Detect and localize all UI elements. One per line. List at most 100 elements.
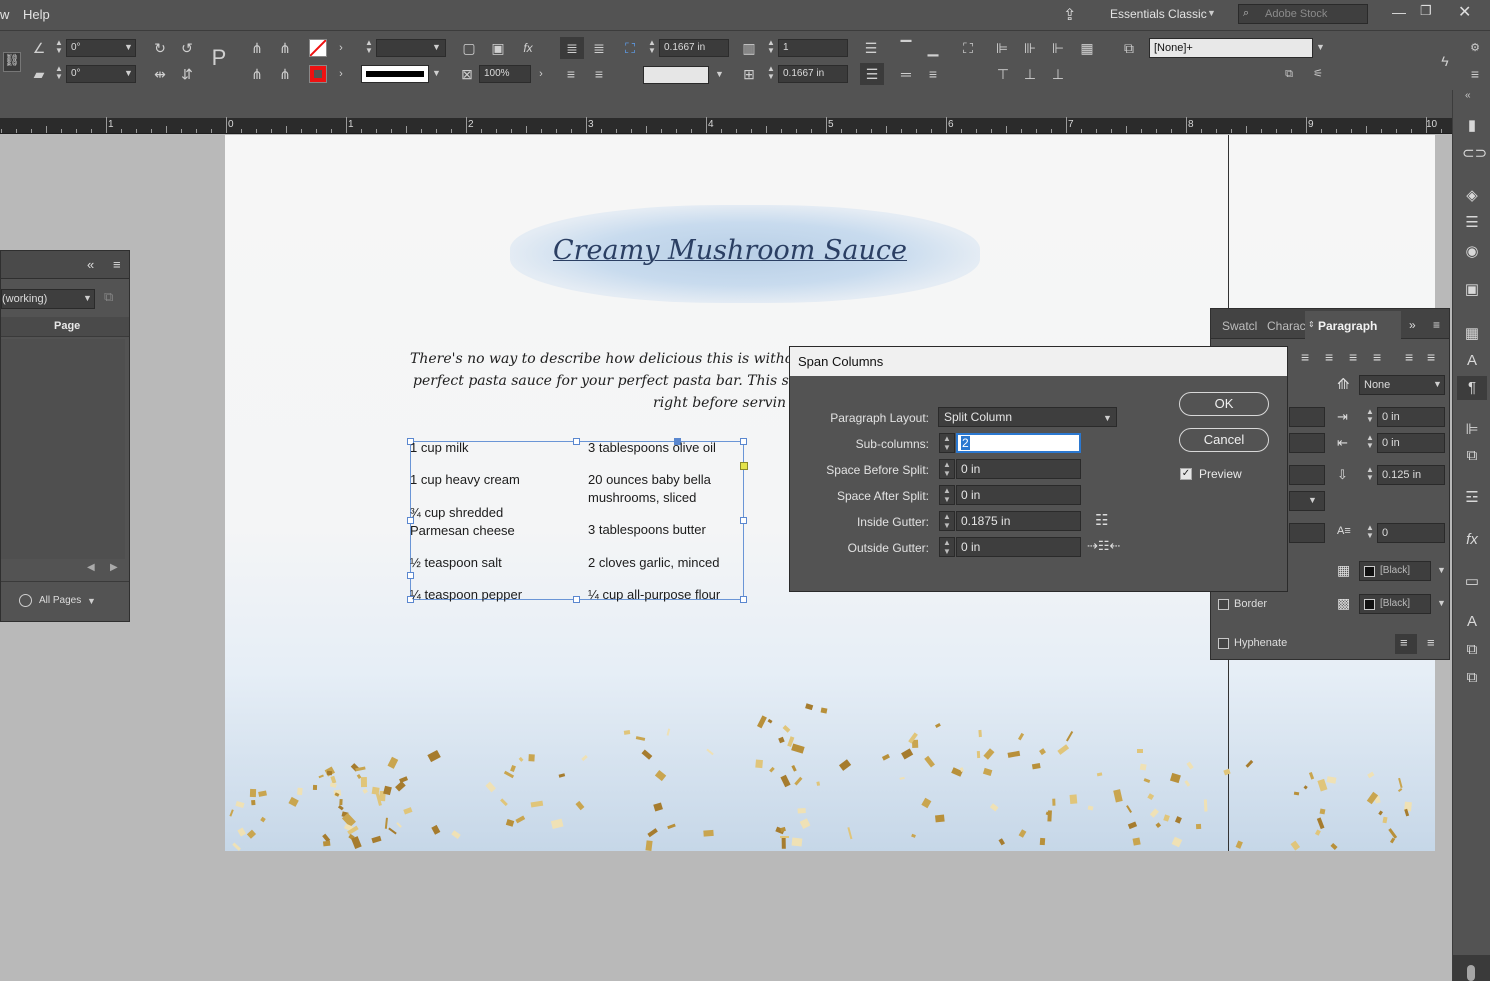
cancel-button[interactable]: Cancel [1179,428,1269,452]
sub-columns-field[interactable]: 2 [956,433,1081,453]
chevron-down-icon[interactable]: ▼ [1308,495,1317,505]
character-icon[interactable]: A [1462,351,1482,371]
fit-frame-icon[interactable]: ⛶ [959,39,977,57]
menu-item-window[interactable]: w [0,7,9,22]
outside-gutter-field[interactable]: 0 in [956,537,1081,557]
space-before-field[interactable] [1289,465,1325,485]
chevron-down-icon[interactable]: ▼ [432,42,441,52]
chevron-down-icon[interactable]: ▼ [715,69,724,79]
panel-menu-icon[interactable]: ≡ [113,257,121,272]
stroke-icon[interactable]: ☰ [1462,213,1482,233]
collapse-panel-icon[interactable]: « [87,257,94,272]
intro-text-line-1[interactable]: There's no way to describe how delicious… [410,351,793,367]
paragraph-styles-icon[interactable]: A [1462,612,1482,632]
character-styles-icon[interactable]: ⧉ [1462,668,1482,688]
select-content-icon[interactable]: ⋔ [276,39,294,57]
object-style-dropdown[interactable]: [None]+ [1149,38,1313,58]
minimize-icon[interactable]: — [1392,4,1406,20]
border-checkbox[interactable] [1218,599,1229,610]
balance-columns-icon[interactable]: ☰ [862,39,880,57]
clear-overrides-icon[interactable]: ⧉ [1280,65,1298,83]
fill-swatch[interactable] [309,39,327,57]
frame-handle[interactable] [740,596,747,603]
dropcap-lines-field[interactable] [1289,523,1325,543]
text-wrap-box-icon[interactable]: ≣ [590,39,608,57]
out-port-handle[interactable] [740,462,748,470]
style-options-icon[interactable]: ⚟ [1309,65,1327,83]
stroke-type-dropdown[interactable] [361,65,429,83]
stroke-swatch[interactable] [309,65,327,83]
panel-menu-icon[interactable]: ≡ [1466,65,1484,83]
cc-libraries-icon[interactable]: ▣ [1462,280,1482,300]
pages-icon[interactable]: ▮ [1462,116,1482,136]
dropcap-chars-stepper[interactable]: ▲ ▼ [1365,524,1375,542]
text-wrap-shape-icon[interactable]: ≡ [562,65,580,83]
align-horizontal-centers-icon[interactable]: ⊪ [1021,39,1039,57]
chevron-down-icon[interactable]: ▼ [1437,565,1446,575]
close-icon[interactable]: ✕ [1458,2,1471,22]
dock-scrollbar[interactable] [1453,955,1490,981]
drop-shadow-icon[interactable]: ▣ [489,39,507,57]
paragraph-layout-dropdown[interactable]: Split Column [938,407,1117,427]
border-icon[interactable]: ▩ [1337,595,1350,612]
span-columns-button[interactable]: ☰ [860,63,884,85]
menu-item-help[interactable]: Help [23,7,50,22]
collapse-dock-icon[interactable]: « [1465,90,1471,101]
align-left-edges-icon[interactable]: ⊫ [993,39,1011,57]
paragraph-icon[interactable]: ¶ [1462,378,1482,398]
preview-checkbox[interactable]: ✓ [1180,468,1192,480]
select-next-icon[interactable]: ⋔ [276,65,294,83]
rotate-cw-icon[interactable]: ↻ [151,39,169,57]
align-top-edges-icon[interactable]: ⊤ [994,65,1012,83]
chevron-down-icon[interactable]: ▼ [1316,42,1325,52]
space-after-field[interactable]: 0.125 in [1377,465,1445,485]
fill-type-dropdown[interactable] [643,66,709,84]
panel-menu-icon[interactable]: ≡ [1433,318,1440,332]
rotate-ccw-icon[interactable]: ↺ [178,39,196,57]
workspace-switcher[interactable]: Essentials Classic [1110,7,1207,21]
select-previous-icon[interactable]: ⋔ [248,65,266,83]
share-icon[interactable]: ⇪ [1063,5,1083,25]
chevron-down-icon[interactable]: ▼ [432,68,441,78]
align-towards-spine-icon[interactable]: ≡ [1405,349,1413,365]
scroll-left-icon[interactable]: ◀ [87,562,95,573]
stock-search-input[interactable]: ⌕ Adobe Stock [1238,4,1368,24]
left-indent-field[interactable] [1289,407,1325,427]
last-line-indent-field[interactable]: 0 in [1377,433,1445,453]
border-swatch-dropdown[interactable]: [Black] [1359,594,1431,614]
pathfinder-icon[interactable]: ⧉ [1462,446,1482,466]
justify-right-icon[interactable]: ≡ [1349,349,1357,365]
chevron-down-icon[interactable]: ▼ [1433,379,1442,389]
all-pages-dropdown[interactable]: All Pages [39,595,81,606]
text-wrap-none-icon[interactable]: ≣ [560,37,584,59]
quick-apply-icon[interactable]: ϟ [1436,52,1454,70]
align-right-edges-icon[interactable]: ⊩ [1049,39,1067,57]
inside-gutter-field[interactable]: 0.1875 in [956,511,1081,531]
flip-horizontal-icon[interactable]: ⇹ [151,65,169,83]
frame-handle[interactable] [740,438,747,445]
frame-handle[interactable] [573,438,580,445]
new-page-icon[interactable]: ⧉ [104,289,113,305]
align-away-spine-icon[interactable]: ≡ [1427,349,1435,365]
shear-stepper[interactable]: ▲ ▼ [54,65,64,83]
expand-panel-icon[interactable]: » [1409,318,1416,332]
links-icon[interactable]: ⊂⊃ [1462,144,1487,164]
chevron-right-icon[interactable]: › [332,65,350,83]
restore-icon[interactable]: ❐ [1420,3,1432,19]
swatches-icon[interactable]: ▦ [1462,324,1482,344]
auto-fit-icon[interactable]: ⛶ [621,39,639,57]
gutter-field[interactable]: 0.1667 in [778,65,848,83]
justify-center-icon[interactable]: ≡ [1325,349,1333,365]
rotate-stepper[interactable]: ▲ ▼ [54,39,64,57]
chevron-right-icon[interactable]: › [332,39,350,57]
first-line-indent-field[interactable] [1289,433,1325,453]
scroll-right-icon[interactable]: ▶ [110,562,118,573]
effects-icon[interactable]: fx [1462,530,1482,550]
do-not-align-to-grid-button[interactable]: ≡ [1395,634,1417,654]
gutter-stepper[interactable]: ▲ ▼ [766,65,776,83]
intro-text-line-3[interactable]: right before servin [653,395,786,411]
corner-options-icon[interactable]: ▢ [460,39,478,57]
frame-handle[interactable] [740,517,747,524]
hyphenate-checkbox[interactable] [1218,638,1229,649]
stroke-weight-stepper[interactable]: ▲ ▼ [364,39,374,57]
